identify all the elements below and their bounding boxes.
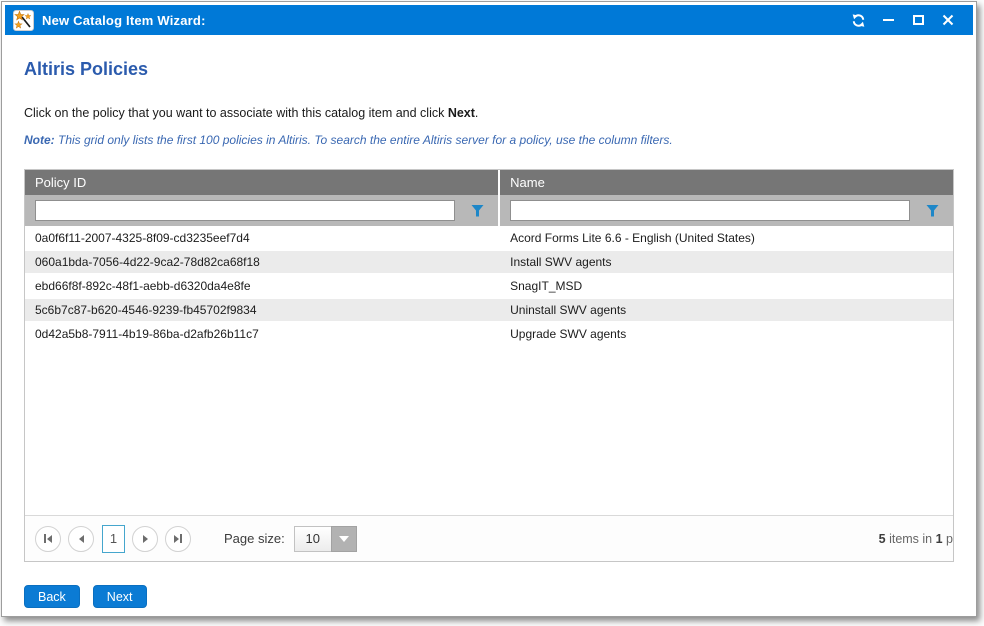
name-cell: Upgrade SWV agents <box>500 322 953 346</box>
page-size-label: Page size: <box>224 531 285 546</box>
pages-count: 1 <box>936 532 943 546</box>
minimize-icon[interactable] <box>873 8 903 32</box>
titlebar: New Catalog Item Wizard: <box>5 5 973 35</box>
note-label: Note: <box>24 133 55 147</box>
table-row[interactable]: 0d42a5b8-7911-4b19-86ba-d2afb26b11c7 Upg… <box>25 322 953 346</box>
grid-body: 0a0f6f11-2007-4325-8f09-cd3235eef7d4 Aco… <box>25 226 953 515</box>
page-size-value: 10 <box>294 526 331 552</box>
wizard-app-icon <box>13 10 34 31</box>
column-header-name[interactable]: Name <box>500 170 953 195</box>
chevron-down-icon[interactable] <box>331 526 357 552</box>
first-page-button[interactable] <box>35 526 61 552</box>
table-row[interactable]: 5c6b7c87-b620-4546-9239-fb45702f9834 Uni… <box>25 298 953 322</box>
policies-grid: Policy ID Name <box>24 169 954 562</box>
filter-funnel-icon[interactable] <box>926 205 939 217</box>
policy-id-filter-input[interactable] <box>35 200 455 221</box>
items-info-text: items in <box>886 532 936 546</box>
note-body: This grid only lists the first 100 polic… <box>55 133 673 147</box>
wizard-footer: Back Next <box>24 585 954 608</box>
column-header-policy-id[interactable]: Policy ID <box>25 170 500 195</box>
policy-id-cell: 5c6b7c87-b620-4546-9239-fb45702f9834 <box>25 299 500 321</box>
back-button[interactable]: Back <box>24 585 80 608</box>
items-count: 5 <box>879 532 886 546</box>
wizard-content: Altiris Policies Click on the policy tha… <box>2 59 976 608</box>
refresh-icon[interactable] <box>843 8 873 32</box>
instruction-text: Click on the policy that you want to ass… <box>24 106 954 120</box>
next-page-button[interactable] <box>132 526 158 552</box>
instruction-bold-next: Next <box>448 106 475 120</box>
table-row[interactable]: 060a1bda-7056-4d22-9ca2-78d82ca68f18 Ins… <box>25 250 953 274</box>
policy-id-cell: 0a0f6f11-2007-4325-8f09-cd3235eef7d4 <box>25 226 500 250</box>
last-page-button[interactable] <box>165 526 191 552</box>
table-row[interactable]: ebd66f8f-892c-48f1-aebb-d6320da4e8fe Sna… <box>25 274 953 298</box>
window-title: New Catalog Item Wizard: <box>42 13 206 28</box>
name-cell: Install SWV agents <box>500 251 953 273</box>
name-cell: Acord Forms Lite 6.6 - English (United S… <box>500 226 953 250</box>
wizard-window: New Catalog Item Wizard: Altiri <box>1 1 977 617</box>
grid-header-row: Policy ID Name <box>25 170 953 195</box>
instruction-period: . <box>475 106 478 120</box>
instruction-segment: Click on the policy that you want to ass… <box>24 106 448 120</box>
close-icon[interactable] <box>933 8 963 32</box>
name-filter-cell <box>500 195 953 226</box>
window-controls <box>843 8 963 32</box>
name-filter-input[interactable] <box>510 200 910 221</box>
page-size-dropdown[interactable]: 10 <box>294 526 357 552</box>
pager-bar: 1 Page size: 10 5 items in 1 p <box>25 515 953 561</box>
policy-id-filter-cell <box>25 195 500 226</box>
filter-funnel-icon[interactable] <box>471 205 484 217</box>
items-count-info: 5 items in 1 p <box>879 532 953 546</box>
maximize-icon[interactable] <box>903 8 933 32</box>
name-cell: Uninstall SWV agents <box>500 299 953 321</box>
grid-filter-row <box>25 195 953 226</box>
policy-id-cell: ebd66f8f-892c-48f1-aebb-d6320da4e8fe <box>25 274 500 298</box>
name-cell: SnagIT_MSD <box>500 274 953 298</box>
previous-page-button[interactable] <box>68 526 94 552</box>
next-button[interactable]: Next <box>93 585 147 608</box>
note-text: Note: This grid only lists the first 100… <box>24 133 954 147</box>
current-page-indicator[interactable]: 1 <box>102 525 125 553</box>
policy-id-cell: 0d42a5b8-7911-4b19-86ba-d2afb26b11c7 <box>25 322 500 346</box>
table-row[interactable]: 0a0f6f11-2007-4325-8f09-cd3235eef7d4 Aco… <box>25 226 953 250</box>
items-info-suffix: p <box>943 532 953 546</box>
page-title: Altiris Policies <box>24 59 954 80</box>
policy-id-cell: 060a1bda-7056-4d22-9ca2-78d82ca68f18 <box>25 251 500 273</box>
